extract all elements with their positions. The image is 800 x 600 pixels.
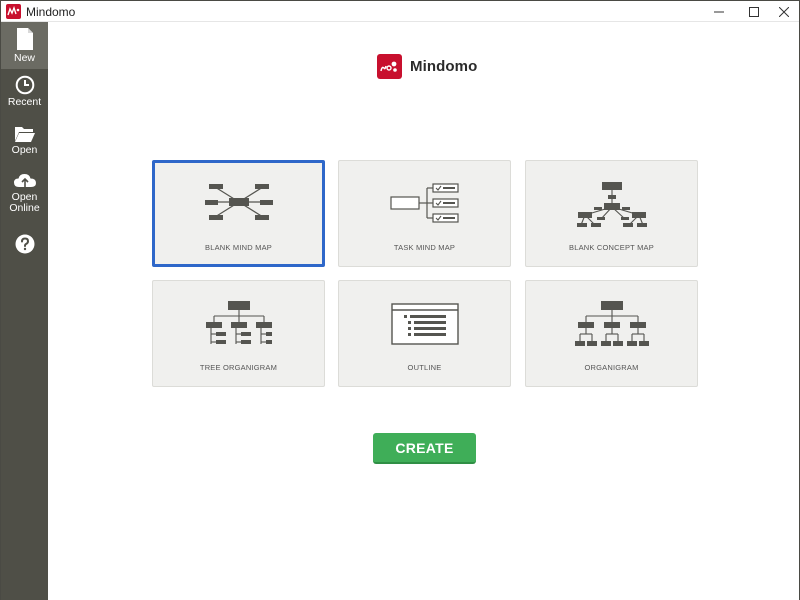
- mindomo-logo-icon: [377, 53, 402, 79]
- cloud-icon: [13, 174, 36, 188]
- app-window: Mindomo New Recent Open Open Online Mind…: [0, 0, 800, 600]
- tree-organigram-icon: [205, 301, 272, 344]
- create-button[interactable]: CREATE: [373, 433, 476, 464]
- sidebar-item-help[interactable]: [1, 234, 48, 258]
- template-card-blank-mind-map[interactable]: BLANK MIND MAP: [152, 160, 325, 267]
- sidebar: New Recent Open Open Online: [1, 22, 48, 600]
- outline-icon: [390, 303, 459, 345]
- close-button[interactable]: [766, 1, 800, 22]
- task-mind-map-icon: [389, 183, 459, 223]
- help-icon: [15, 234, 34, 254]
- title-bar: Mindomo: [1, 1, 799, 22]
- sidebar-item-open[interactable]: Open: [1, 125, 48, 165]
- template-label: TASK MIND MAP: [393, 243, 456, 252]
- sidebar-label-new: New: [13, 52, 35, 64]
- minimize-icon: [714, 11, 724, 12]
- brand-header: Mindomo: [377, 53, 477, 79]
- mind-map-icon: [204, 184, 273, 220]
- template-card-blank-concept-map[interactable]: BLANK CONCEPT MAP: [525, 160, 698, 267]
- mindomo-app-icon: [6, 4, 21, 19]
- template-label: TREE ORGANIGRAM: [199, 363, 278, 372]
- organigram-icon: [574, 301, 649, 346]
- template-card-outline[interactable]: OUTLINE: [338, 280, 511, 387]
- template-label: BLANK MIND MAP: [205, 243, 272, 252]
- concept-map-icon: [576, 182, 647, 227]
- sidebar-label-open: Open: [11, 144, 38, 156]
- template-label: OUTLINE: [407, 363, 442, 372]
- close-icon: [779, 6, 789, 17]
- template-label: BLANK CONCEPT MAP: [569, 243, 654, 252]
- minimize-button[interactable]: [701, 1, 737, 22]
- template-card-organigram[interactable]: ORGANIGRAM: [525, 280, 698, 387]
- sidebar-item-recent[interactable]: Recent: [1, 75, 48, 115]
- new-file-icon: [16, 28, 33, 50]
- folder-icon: [14, 127, 35, 142]
- template-card-tree-organigram[interactable]: TREE ORGANIGRAM: [152, 280, 325, 387]
- maximize-icon: [749, 6, 759, 17]
- brand-name: Mindomo: [410, 57, 478, 75]
- main-content: Mindomo BLANK MIND MAP TASK MIND MAP BLA…: [48, 22, 799, 600]
- template-card-task-mind-map[interactable]: TASK MIND MAP: [338, 160, 511, 267]
- window-title: Mindomo: [26, 5, 76, 19]
- template-label: ORGANIGRAM: [584, 363, 639, 372]
- sidebar-label-recent: Recent: [7, 96, 42, 108]
- sidebar-item-new[interactable]: New: [1, 22, 48, 69]
- clock-icon: [15, 75, 34, 95]
- sidebar-label-open-online: Open Online: [9, 191, 40, 214]
- sidebar-item-open-online[interactable]: Open Online: [1, 172, 48, 220]
